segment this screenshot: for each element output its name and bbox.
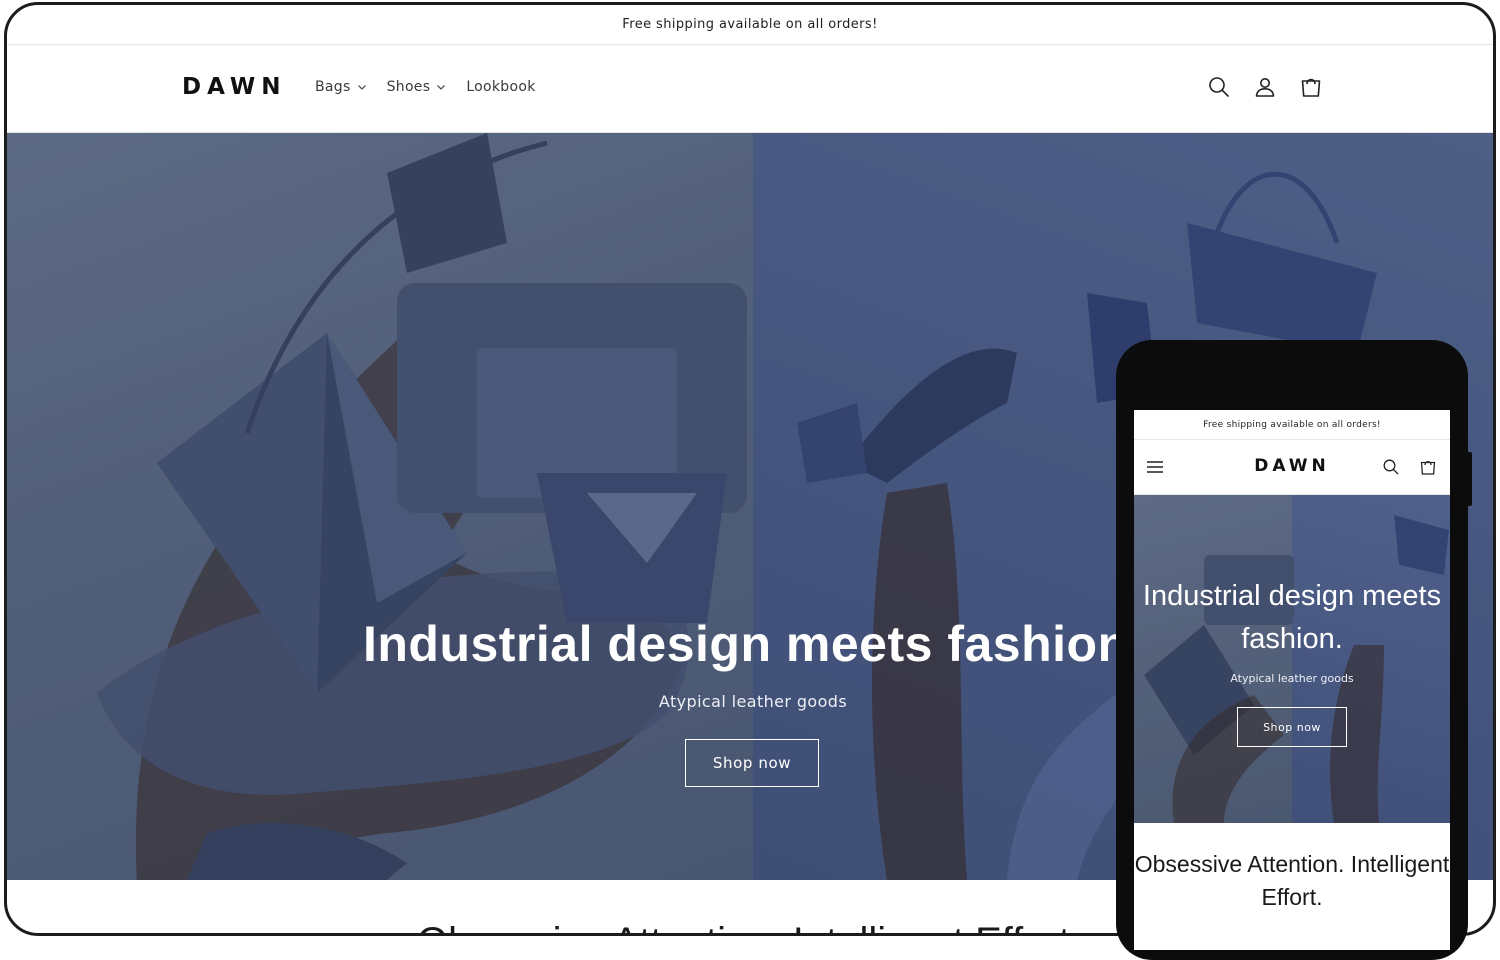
- mobile-hero: Industrial design meets fashion. Atypica…: [1134, 495, 1450, 823]
- announcement-bar: Free shipping available on all orders!: [7, 5, 1493, 45]
- nav-item-lookbook[interactable]: Lookbook: [466, 79, 535, 95]
- cart-icon[interactable]: [1419, 458, 1437, 476]
- search-icon[interactable]: [1207, 75, 1231, 99]
- mobile-shop-now-button[interactable]: Shop now: [1237, 707, 1347, 747]
- mobile-logo[interactable]: DAWN: [1134, 456, 1450, 476]
- phone-mockup: Free shipping available on all orders! D…: [1116, 340, 1468, 960]
- mobile-hero-title: Industrial design meets fashion.: [1142, 580, 1442, 655]
- site-header: DAWN Bags Shoes Lookbook: [7, 45, 1493, 133]
- header-icons: [1207, 75, 1323, 99]
- cart-icon[interactable]: [1299, 75, 1323, 99]
- nav-item-label: Shoes: [386, 79, 431, 95]
- mobile-header: DAWN: [1134, 440, 1450, 495]
- mobile-hero-subtitle: Atypical leather goods: [1230, 672, 1354, 685]
- nav-item-label: Lookbook: [466, 79, 536, 95]
- nav-item-shoes[interactable]: Shoes: [387, 79, 447, 95]
- nav-item-bags[interactable]: Bags: [315, 79, 367, 95]
- mobile-announcement-text: Free shipping available on all orders!: [1203, 419, 1381, 430]
- search-icon[interactable]: [1382, 458, 1400, 476]
- section-title: Obsessive Attention. Intelligent Effort.: [417, 920, 1081, 933]
- mobile-section-title: Obsessive Attention. Intelligent Effort.: [1134, 851, 1450, 910]
- chevron-down-icon: [357, 85, 366, 90]
- main-nav: Bags Shoes Lookbook: [315, 79, 536, 95]
- nav-item-label: Bags: [315, 79, 351, 95]
- chevron-down-icon: [437, 85, 446, 90]
- shop-now-button[interactable]: Shop now: [685, 739, 819, 787]
- mobile-announcement-bar: Free shipping available on all orders!: [1134, 410, 1450, 440]
- announcement-text: Free shipping available on all orders!: [622, 17, 878, 32]
- account-icon[interactable]: [1253, 75, 1277, 99]
- logo[interactable]: DAWN: [182, 74, 286, 100]
- phone-screen: Free shipping available on all orders! D…: [1134, 410, 1450, 950]
